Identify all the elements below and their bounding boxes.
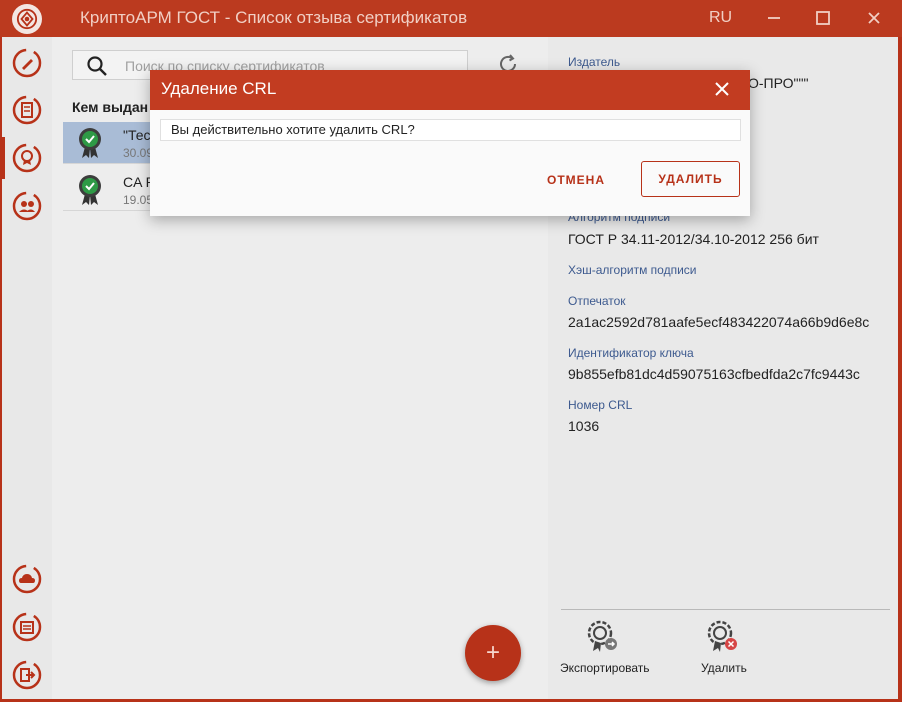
list-item-name: "Тес — [123, 127, 151, 143]
certificate-valid-icon — [79, 128, 101, 158]
list-item-date: 30.09 — [123, 146, 154, 160]
crl-number-value: 1036 — [568, 418, 600, 434]
maximize-icon[interactable] — [810, 6, 836, 30]
export-button[interactable]: Экспортировать — [560, 619, 670, 679]
window-title: КриптоАРМ ГОСТ - Список отзыва сертифика… — [80, 8, 468, 27]
add-crl-button[interactable]: + — [465, 625, 521, 681]
list-item-date: 19.05 — [123, 193, 154, 207]
issuer-label: Издатель — [568, 55, 621, 69]
documents-icon[interactable] — [10, 93, 44, 127]
sidebar-active-indicator — [2, 137, 5, 179]
export-label: Экспортировать — [560, 661, 650, 675]
crl-number-label: Номер CRL — [568, 398, 633, 412]
language-switch[interactable]: RU — [709, 9, 732, 27]
dialog-header: Удаление CRL — [150, 70, 750, 110]
key-id-value: 9b855efb81dc4d59075163cfbedfda2c7fc9443c — [568, 366, 860, 382]
sign-alg-value: ГОСТ Р 34.11-2012/34.10-2012 256 бит — [568, 231, 819, 247]
close-icon[interactable] — [712, 79, 732, 99]
search-icon — [87, 56, 107, 76]
delete-button[interactable]: Удалить — [700, 619, 810, 679]
title-bar: КриптоАРМ ГОСТ - Список отзыва сертифика… — [0, 0, 902, 37]
sidebar — [2, 37, 52, 699]
confirm-delete-button[interactable]: УДАЛИТЬ — [641, 161, 740, 197]
delete-label: Удалить — [701, 661, 747, 675]
close-icon[interactable] — [861, 6, 887, 30]
dialog-title: Удаление CRL — [161, 79, 277, 98]
events-icon[interactable] — [10, 610, 44, 644]
hash-alg-label: Хэш-алгоритм подписи — [568, 263, 697, 277]
thumbprint-label: Отпечаток — [568, 294, 626, 308]
key-id-label: Идентификатор ключа — [568, 346, 694, 360]
app-window: КриптоАРМ ГОСТ - Список отзыва сертифика… — [0, 0, 902, 702]
certificates-icon[interactable] — [10, 141, 44, 175]
exit-icon[interactable] — [10, 658, 44, 692]
cloud-icon[interactable] — [10, 562, 44, 596]
app-logo-icon — [12, 4, 42, 34]
dialog-message: Вы действительно хотите удалить CRL? — [160, 119, 741, 141]
contacts-icon[interactable] — [10, 189, 44, 223]
export-certificate-icon — [587, 620, 617, 652]
minimize-icon[interactable] — [761, 6, 787, 30]
cancel-button[interactable]: ОТМЕНА — [532, 163, 620, 197]
delete-certificate-icon — [707, 620, 737, 652]
column-header-issuer[interactable]: Кем выдан — [72, 99, 148, 115]
delete-crl-dialog: Удаление CRL Вы действительно хотите уда… — [150, 70, 750, 216]
thumbprint-value: 2a1ac2592d781aafe5ecf483422074a66b9d6e8c — [568, 314, 870, 330]
certificate-valid-icon — [79, 175, 101, 205]
sign-icon[interactable] — [10, 46, 44, 80]
issuer-value: О-ПРО""" — [748, 75, 809, 91]
details-divider — [561, 609, 890, 610]
